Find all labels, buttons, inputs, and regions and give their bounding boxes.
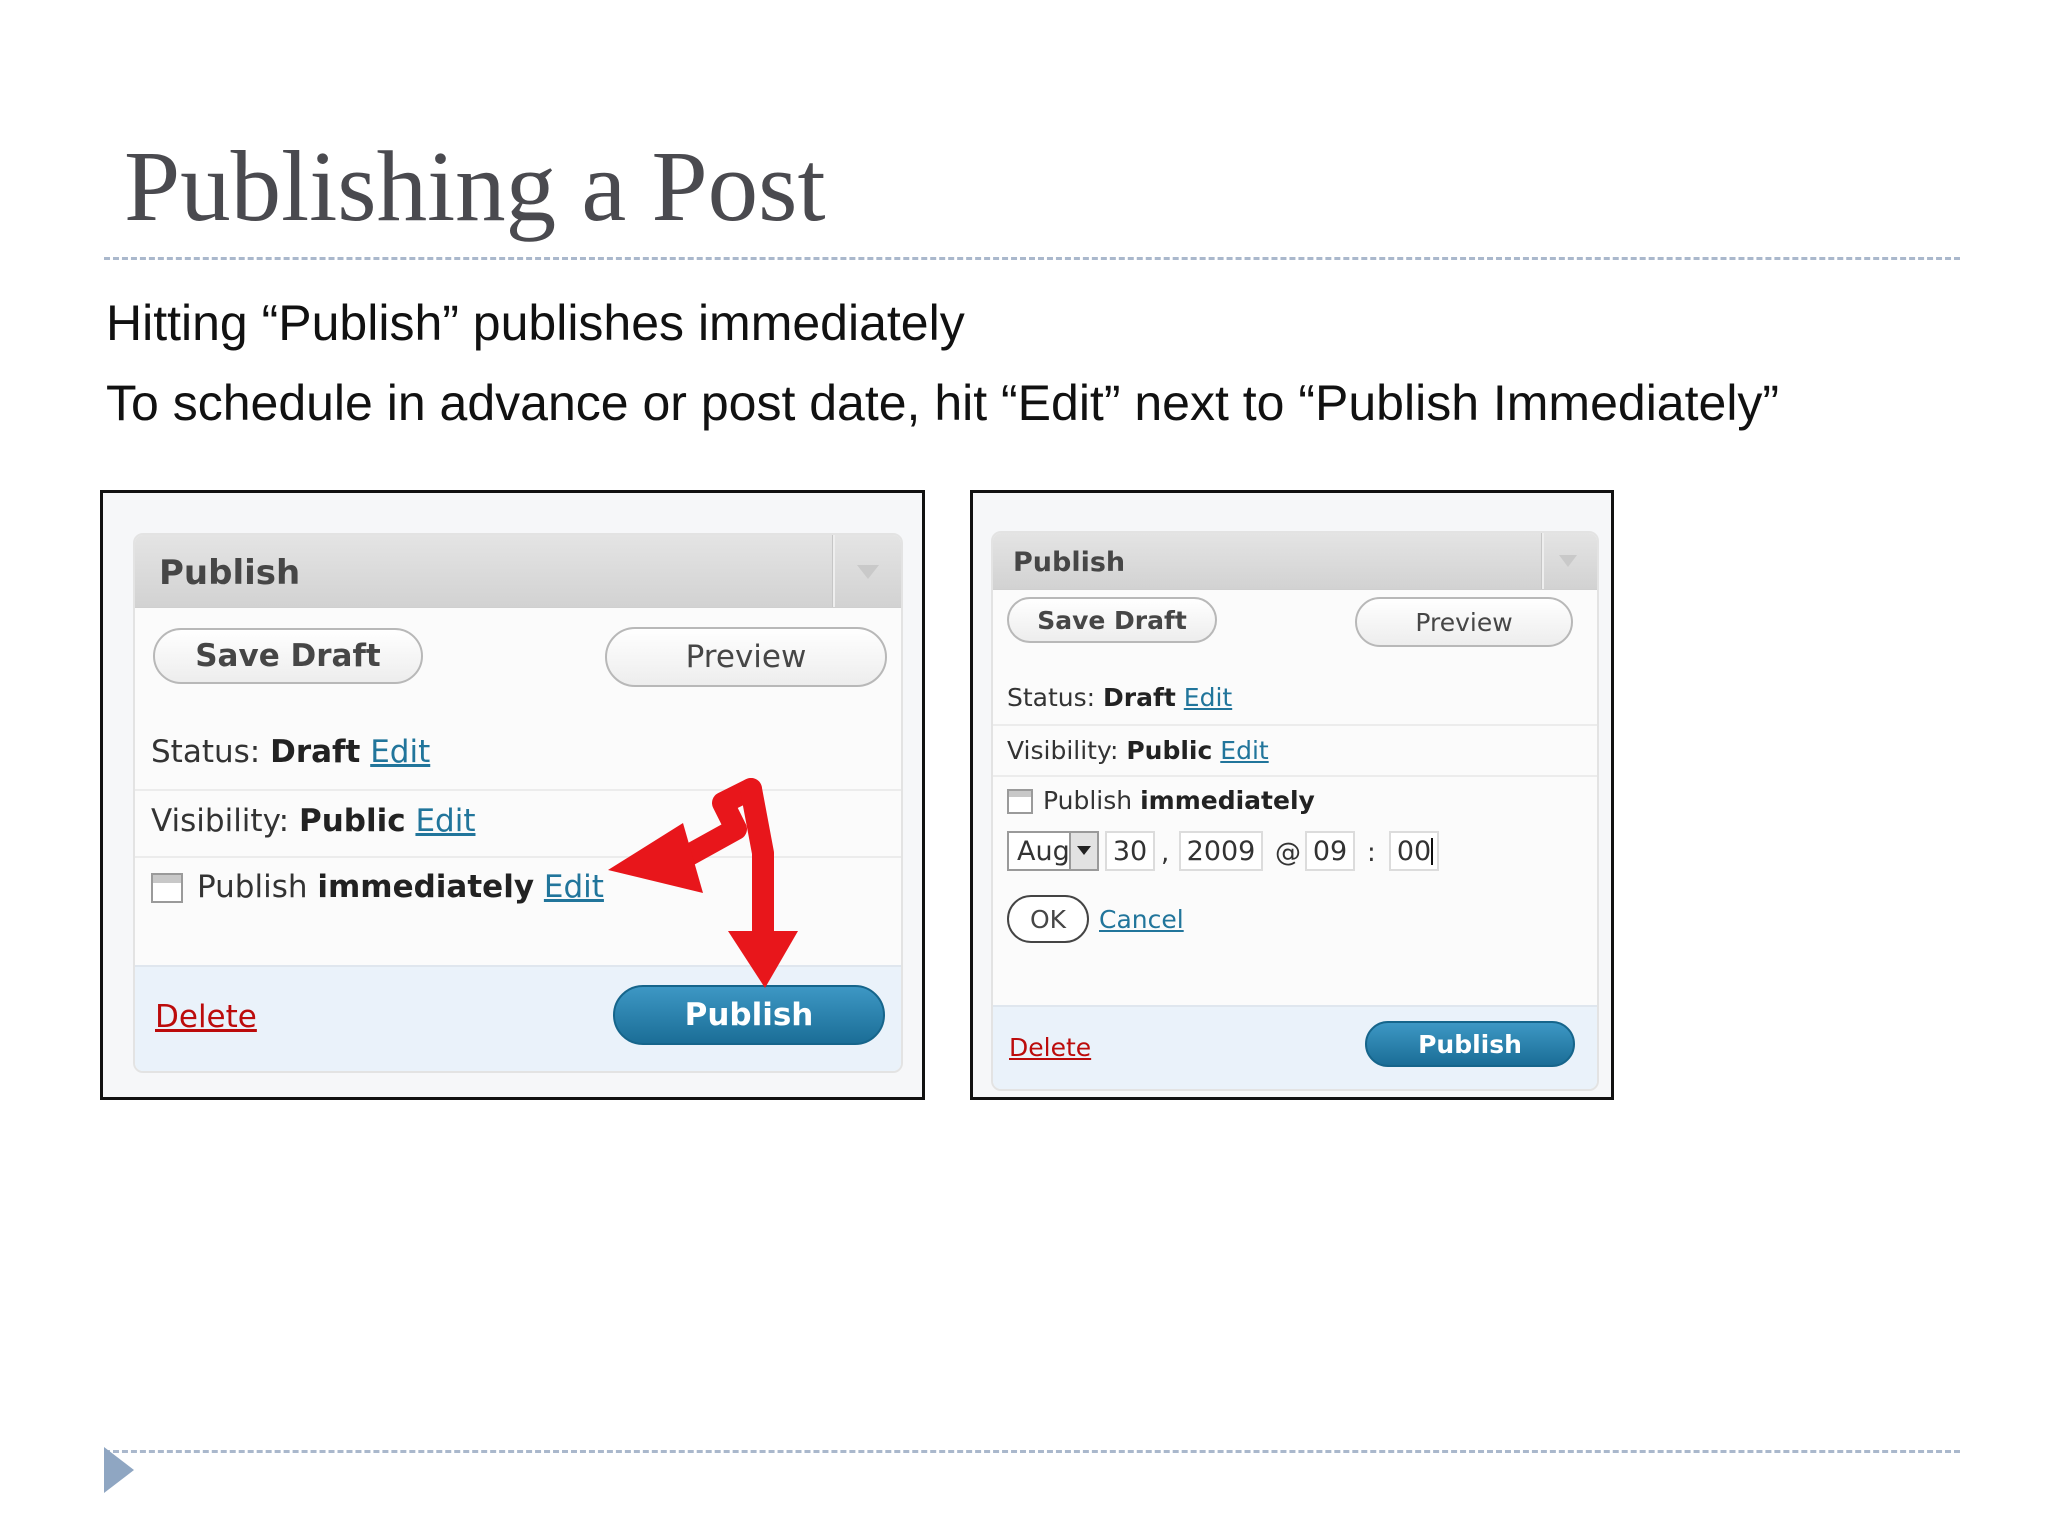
visibility-edit-link[interactable]: Edit [1220,736,1268,765]
preview-button[interactable]: Preview [1355,597,1573,647]
publish-box: Publish Save Draft Preview Status: Draft… [991,531,1599,1091]
status-row: Status: Draft Edit [1007,683,1232,712]
save-draft-button[interactable]: Save Draft [1007,597,1217,643]
publish-time-value: immediately [1140,786,1315,815]
publish-button[interactable]: Publish [1365,1021,1575,1067]
publish-box-footer: Delete Publish [993,1005,1597,1089]
date-comma: , [1161,838,1170,868]
row-divider [993,775,1597,777]
annotation-arrows [608,778,798,988]
publish-box-title: Publish [1013,547,1126,578]
calendar-icon [1007,789,1033,814]
play-triangle-icon [104,1447,134,1493]
month-value: Aug [1017,835,1070,867]
right-screenshot: Publish Save Draft Preview Status: Draft… [970,490,1614,1100]
month-select[interactable]: Aug [1007,831,1099,871]
header-separator [1541,533,1544,589]
visibility-row: Visibility: Public Edit [1007,736,1269,765]
bullet-2: To schedule in advance or post date, hit… [106,375,1780,431]
status-edit-link[interactable]: Edit [1184,683,1232,712]
chevron-down-icon [1069,833,1097,869]
time-colon: : [1367,838,1376,868]
arrow-to-edit-head [608,823,703,893]
cancel-link[interactable]: Cancel [1099,905,1184,934]
day-input[interactable]: 30 [1105,831,1155,871]
ok-button[interactable]: OK [1007,895,1089,943]
publish-time-row: Publish immediately [1043,786,1315,815]
visibility-label: Visibility: [1007,736,1119,765]
row-divider [993,724,1597,726]
year-input[interactable]: 2009 [1179,831,1263,871]
hour-input[interactable]: 09 [1305,831,1355,871]
status-label: Status: [1007,683,1096,712]
bullet-1: Hitting “Publish” publishes immediately [106,295,965,351]
status-value: Draft [1103,683,1176,712]
visibility-value: Public [1126,736,1213,765]
slide-title: Publishing a Post [124,130,826,242]
arrow-to-publish-head [728,931,798,988]
delete-link[interactable]: Delete [1009,1033,1091,1062]
text-cursor [1431,838,1433,865]
publish-box-header: Publish [993,533,1597,590]
title-divider [104,257,1960,260]
arrow-to-publish [740,778,774,944]
toggle-arrow-icon[interactable] [1559,555,1577,567]
publish-time-label: Publish [1043,786,1133,815]
at-sign: @ [1275,838,1301,868]
left-screenshot: Publish Save Draft Preview Status: Draft… [100,490,925,1100]
footer-divider [104,1450,1960,1453]
